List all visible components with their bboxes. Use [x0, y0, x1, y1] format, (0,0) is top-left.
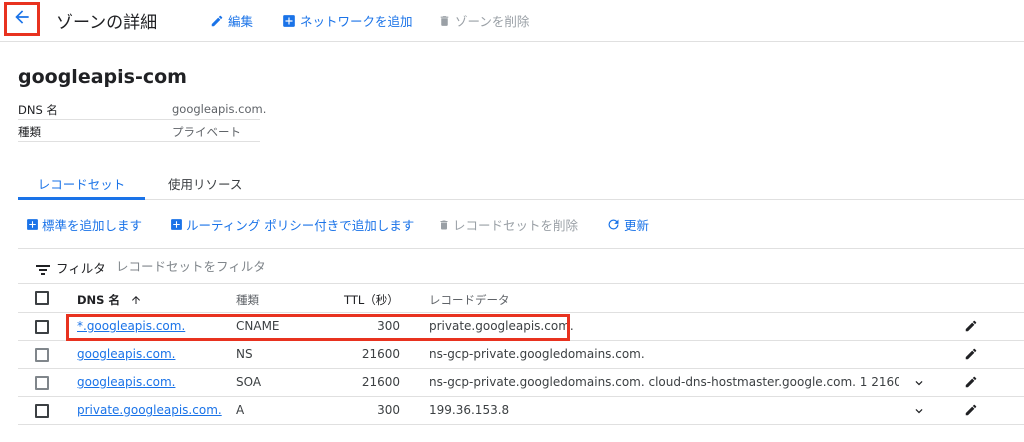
chevron-down-icon[interactable] — [912, 376, 926, 393]
tab-recordsets[interactable]: レコードセット — [18, 174, 145, 200]
record-type: SOA — [236, 375, 262, 389]
add-routing-policy-button[interactable]: ルーティング ポリシー付きで追加します — [170, 215, 414, 234]
record-type: A — [236, 403, 245, 417]
add-standard-label: 標準を追加します — [42, 218, 143, 233]
record-ttl: 21600 — [361, 375, 400, 389]
arrow-left-icon — [12, 7, 32, 31]
delete-zone-button[interactable]: ゾーンを削除 — [438, 11, 529, 30]
top-bar: ゾーンの詳細 編集 ネットワークを追加 ゾーンを削除 — [0, 0, 1024, 42]
delete-recordset-button[interactable]: レコードセットを削除 — [438, 215, 578, 234]
edit-icon[interactable] — [964, 403, 978, 420]
record-data: ns-gcp-private.googledomains.com. cloud-… — [429, 375, 899, 389]
record-name-link[interactable]: googleapis.com. — [77, 347, 175, 361]
table-row: private.googleapis.com. A 300 199.36.153… — [18, 397, 1024, 425]
refresh-icon — [606, 217, 621, 232]
highlight-annotation-box — [66, 314, 570, 341]
detail-row-dns-name: DNS 名 googleapis.com. — [18, 98, 266, 120]
zone-name: googleapis-com — [18, 66, 187, 88]
column-header-type[interactable]: 種類 — [236, 292, 259, 308]
trash-icon — [438, 14, 451, 28]
row-checkbox[interactable] — [35, 404, 49, 418]
edit-icon[interactable] — [964, 347, 978, 364]
filter-icon — [36, 261, 50, 280]
row-checkbox[interactable] — [35, 348, 49, 362]
filter-label: フィルタ — [56, 261, 106, 276]
refresh-button[interactable]: 更新 — [606, 215, 649, 234]
table-header: DNS 名 種類 TTL（秒） レコードデータ — [18, 284, 1024, 313]
add-box-icon — [26, 218, 39, 231]
column-header-dns-name[interactable]: DNS 名 — [77, 292, 142, 309]
detail-value: プライベート — [172, 125, 241, 139]
record-ttl: 21600 — [361, 347, 400, 361]
edit-button[interactable]: 編集 — [210, 11, 253, 30]
tab-bar: レコードセット 使用リソース — [18, 166, 1024, 200]
add-box-icon — [170, 218, 183, 231]
add-box-icon — [282, 14, 296, 28]
record-type: NS — [236, 347, 253, 361]
filter-input[interactable] — [116, 254, 416, 278]
delete-recordset-label: レコードセットを削除 — [453, 218, 579, 233]
record-data: 199.36.153.8 — [429, 403, 510, 417]
add-network-button[interactable]: ネットワークを追加 — [282, 11, 413, 30]
detail-key: 種類 — [18, 125, 41, 139]
add-standard-button[interactable]: 標準を追加します — [26, 215, 142, 234]
column-header-dns-name-label: DNS 名 — [77, 293, 120, 307]
refresh-label: 更新 — [624, 218, 650, 233]
detail-row-type: 種類 プライベート — [18, 120, 260, 142]
column-header-ttl[interactable]: TTL（秒） — [344, 292, 399, 308]
trash-icon — [438, 218, 450, 232]
delete-zone-label: ゾーンを削除 — [455, 14, 530, 29]
back-button[interactable] — [4, 2, 40, 36]
filter-bar: フィルタ — [18, 248, 1024, 284]
row-checkbox[interactable] — [35, 320, 49, 334]
record-name-link[interactable]: googleapis.com. — [77, 375, 175, 389]
arrow-up-icon — [130, 294, 142, 309]
detail-key: DNS 名 — [18, 103, 58, 117]
record-name-link[interactable]: private.googleapis.com. — [77, 403, 222, 417]
column-header-data[interactable]: レコードデータ — [429, 292, 510, 308]
edit-label: 編集 — [228, 14, 254, 29]
chevron-down-icon[interactable] — [912, 404, 926, 421]
tab-in-use-by[interactable]: 使用リソース — [168, 174, 242, 193]
select-all-checkbox[interactable] — [35, 291, 49, 305]
add-routing-label: ルーティング ポリシー付きで追加します — [186, 218, 415, 233]
edit-icon[interactable] — [964, 319, 978, 336]
detail-value: googleapis.com. — [172, 102, 267, 116]
table-row: googleapis.com. SOA 21600 ns-gcp-private… — [18, 369, 1024, 397]
table-row: googleapis.com. NS 21600 ns-gcp-private.… — [18, 341, 1024, 369]
pencil-icon — [210, 14, 224, 28]
edit-icon[interactable] — [964, 375, 978, 392]
page-title: ゾーンの詳細 — [56, 13, 158, 33]
record-ttl: 300 — [377, 403, 400, 417]
row-checkbox[interactable] — [35, 376, 49, 390]
record-data: ns-gcp-private.googledomains.com. — [429, 347, 645, 361]
add-network-label: ネットワークを追加 — [300, 14, 413, 29]
